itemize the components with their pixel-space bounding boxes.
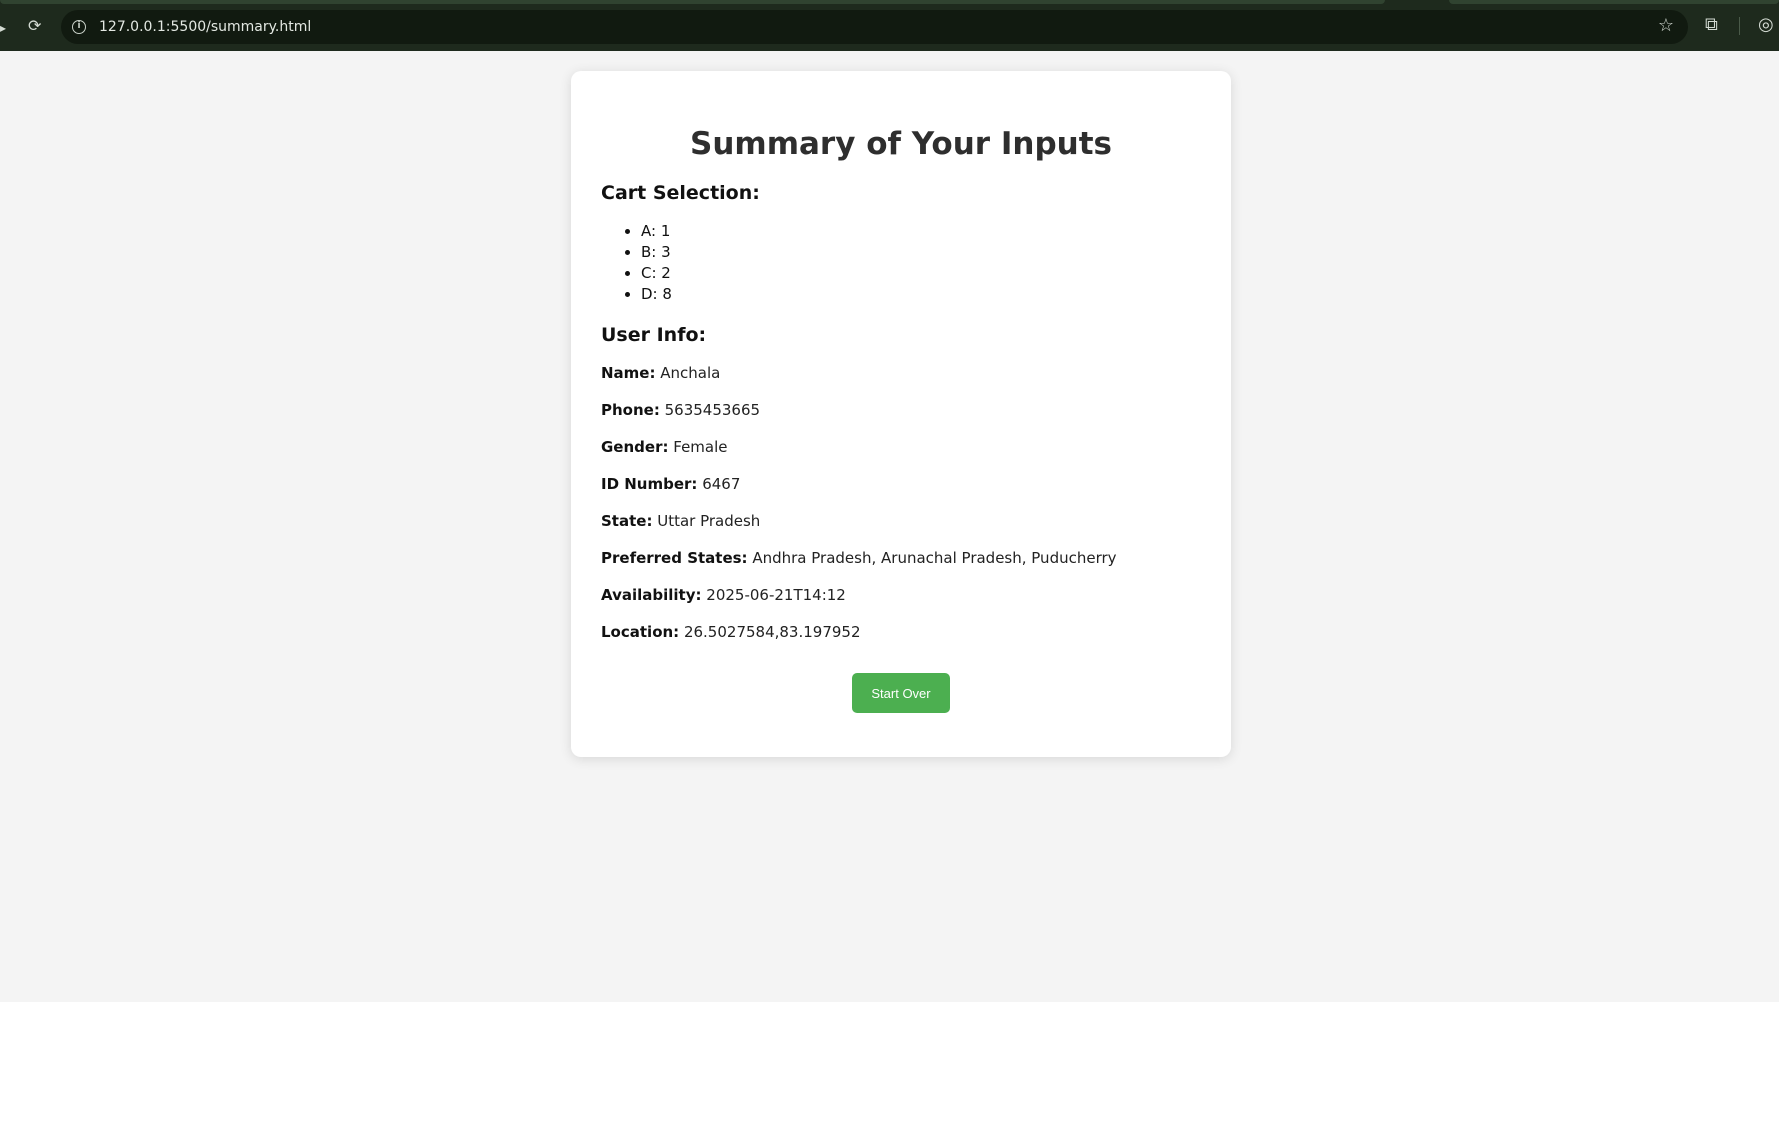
info-icon[interactable]: i bbox=[72, 20, 86, 34]
cart-item: B: 3 bbox=[641, 242, 1201, 263]
preferred-states-label: Preferred States: bbox=[601, 549, 748, 567]
forward-icon[interactable]: ▸ bbox=[0, 20, 6, 36]
inactive-tab-edge[interactable] bbox=[1449, 0, 1779, 4]
id-number-label: ID Number: bbox=[601, 475, 698, 493]
state-label: State: bbox=[601, 512, 653, 530]
gender-value: Female bbox=[673, 438, 728, 456]
location-value: 26.5027584,83.197952 bbox=[683, 623, 861, 641]
phone-label: Phone: bbox=[601, 401, 660, 419]
toolbar-divider bbox=[1739, 17, 1740, 35]
name-label: Name: bbox=[601, 364, 656, 382]
state-value: Uttar Pradesh bbox=[657, 512, 761, 530]
start-over-button[interactable]: Start Over bbox=[852, 673, 950, 713]
phone-value: 5635453665 bbox=[664, 401, 761, 419]
gender-row: Gender: Female bbox=[601, 437, 1201, 458]
page-title: Summary of Your Inputs bbox=[690, 126, 1112, 162]
cart-list: A: 1 B: 3 C: 2 D: 8 bbox=[601, 221, 1201, 305]
page-viewport: Summary of Your Inputs Cart Selection: A… bbox=[0, 51, 1779, 1002]
state-row: State: Uttar Pradesh bbox=[601, 511, 1201, 532]
id-number-value: 6467 bbox=[702, 475, 741, 493]
address-bar[interactable]: i 127.0.0.1:5500/summary.html ☆ bbox=[61, 10, 1688, 44]
cart-item: D: 8 bbox=[641, 284, 1201, 305]
name-row: Name: Anchala bbox=[601, 363, 1201, 384]
actions: Start Over bbox=[601, 673, 1201, 713]
cart-item: C: 2 bbox=[641, 263, 1201, 284]
user-info-heading: User Info: bbox=[601, 324, 707, 346]
star-icon[interactable]: ☆ bbox=[1658, 17, 1674, 35]
profile-icon[interactable]: ◎ bbox=[1758, 16, 1774, 34]
active-tab-edge[interactable] bbox=[0, 0, 1385, 4]
summary-card: Summary of Your Inputs Cart Selection: A… bbox=[571, 71, 1231, 757]
id-number-row: ID Number: 6467 bbox=[601, 474, 1201, 495]
location-row: Location: 26.5027584,83.197952 bbox=[601, 622, 1201, 643]
url-text[interactable]: 127.0.0.1:5500/summary.html bbox=[99, 18, 311, 36]
preferred-states-row: Preferred States: Andhra Pradesh, Arunac… bbox=[601, 548, 1201, 569]
gender-label: Gender: bbox=[601, 438, 669, 456]
availability-row: Availability: 2025-06-21T14:12 bbox=[601, 585, 1201, 606]
user-info-list: Name: Anchala Phone: 5635453665 Gender: … bbox=[601, 363, 1201, 643]
reload-icon[interactable]: ⟳ bbox=[28, 18, 41, 34]
browser-toolbar: ▸ ⟳ i 127.0.0.1:5500/summary.html ☆ ⧉ ◎ bbox=[0, 0, 1779, 51]
phone-row: Phone: 5635453665 bbox=[601, 400, 1201, 421]
empty-area bbox=[0, 1002, 1779, 1128]
cart-item: A: 1 bbox=[641, 221, 1201, 242]
location-label: Location: bbox=[601, 623, 680, 641]
availability-label: Availability: bbox=[601, 586, 702, 604]
puzzle-icon[interactable]: ⧉ bbox=[1705, 16, 1718, 34]
preferred-states-value: Andhra Pradesh, Arunachal Pradesh, Puduc… bbox=[752, 549, 1117, 567]
name-value: Anchala bbox=[660, 364, 721, 382]
cart-heading: Cart Selection: bbox=[601, 182, 760, 204]
availability-value: 2025-06-21T14:12 bbox=[706, 586, 846, 604]
